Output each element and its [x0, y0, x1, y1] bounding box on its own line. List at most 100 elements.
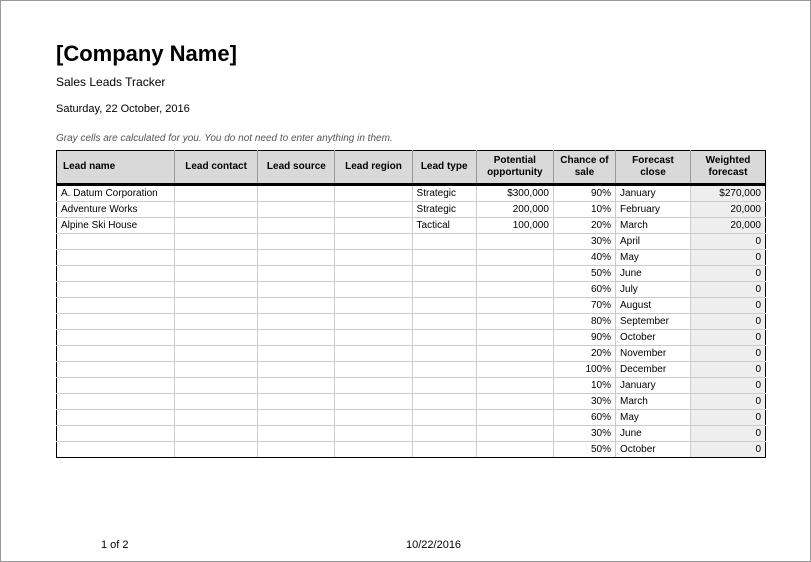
cell-weighted: 0 — [690, 410, 765, 426]
col-weighted: Weighted forecast — [690, 151, 765, 185]
cell-lead-region — [335, 442, 412, 458]
cell-potential: $300,000 — [476, 185, 553, 202]
cell-lead-type: Tactical — [412, 218, 476, 234]
cell-forecast-close: September — [616, 314, 691, 330]
cell-weighted: 0 — [690, 234, 765, 250]
cell-lead-type — [412, 250, 476, 266]
cell-lead-name — [57, 234, 175, 250]
cell-lead-contact — [174, 202, 258, 218]
cell-lead-name — [57, 362, 175, 378]
cell-lead-source — [258, 202, 335, 218]
col-chance: Chance of sale — [553, 151, 615, 185]
cell-chance: 30% — [553, 394, 615, 410]
cell-lead-region — [335, 282, 412, 298]
cell-forecast-close: August — [616, 298, 691, 314]
cell-weighted: 0 — [690, 442, 765, 458]
cell-chance: 60% — [553, 410, 615, 426]
col-lead-name: Lead name — [57, 151, 175, 185]
cell-lead-source — [258, 362, 335, 378]
cell-chance: 50% — [553, 266, 615, 282]
table-row: 70%August0 — [57, 298, 766, 314]
cell-lead-name: Adventure Works — [57, 202, 175, 218]
col-lead-contact: Lead contact — [174, 151, 258, 185]
cell-lead-type — [412, 346, 476, 362]
cell-forecast-close: November — [616, 346, 691, 362]
cell-forecast-close: April — [616, 234, 691, 250]
col-lead-region: Lead region — [335, 151, 412, 185]
cell-potential — [476, 378, 553, 394]
cell-potential — [476, 298, 553, 314]
cell-forecast-close: June — [616, 426, 691, 442]
cell-potential: 100,000 — [476, 218, 553, 234]
cell-lead-contact — [174, 394, 258, 410]
cell-chance: 30% — [553, 234, 615, 250]
cell-lead-contact — [174, 442, 258, 458]
cell-weighted: 0 — [690, 250, 765, 266]
cell-weighted: $270,000 — [690, 185, 765, 202]
cell-lead-contact — [174, 346, 258, 362]
cell-weighted: 0 — [690, 378, 765, 394]
cell-lead-region — [335, 314, 412, 330]
cell-lead-type — [412, 442, 476, 458]
cell-lead-source — [258, 234, 335, 250]
cell-lead-name — [57, 394, 175, 410]
cell-lead-name — [57, 410, 175, 426]
cell-forecast-close: May — [616, 250, 691, 266]
table-row: 90%October0 — [57, 330, 766, 346]
cell-lead-region — [335, 218, 412, 234]
company-title: [Company Name] — [56, 41, 770, 67]
cell-weighted: 0 — [690, 426, 765, 442]
col-lead-type: Lead type — [412, 151, 476, 185]
cell-lead-region — [335, 394, 412, 410]
cell-lead-region — [335, 234, 412, 250]
cell-lead-contact — [174, 298, 258, 314]
hint-text: Gray cells are calculated for you. You d… — [56, 133, 770, 144]
cell-lead-type — [412, 426, 476, 442]
cell-potential — [476, 234, 553, 250]
cell-lead-name — [57, 442, 175, 458]
cell-lead-name — [57, 298, 175, 314]
cell-lead-contact — [174, 282, 258, 298]
cell-forecast-close: March — [616, 218, 691, 234]
cell-lead-contact — [174, 218, 258, 234]
cell-lead-region — [335, 346, 412, 362]
table-header-row: Lead name Lead contact Lead source Lead … — [57, 151, 766, 185]
cell-chance: 10% — [553, 202, 615, 218]
leads-table: Lead name Lead contact Lead source Lead … — [56, 150, 766, 458]
cell-chance: 70% — [553, 298, 615, 314]
cell-forecast-close: July — [616, 282, 691, 298]
cell-lead-contact — [174, 378, 258, 394]
cell-chance: 80% — [553, 314, 615, 330]
cell-lead-type — [412, 362, 476, 378]
cell-weighted: 0 — [690, 346, 765, 362]
cell-lead-name — [57, 346, 175, 362]
cell-chance: 20% — [553, 346, 615, 362]
cell-potential — [476, 330, 553, 346]
cell-weighted: 0 — [690, 330, 765, 346]
cell-lead-region — [335, 378, 412, 394]
cell-forecast-close: March — [616, 394, 691, 410]
cell-lead-type — [412, 266, 476, 282]
cell-lead-name: Alpine Ski House — [57, 218, 175, 234]
table-row: 50%June0 — [57, 266, 766, 282]
cell-lead-contact — [174, 185, 258, 202]
cell-lead-contact — [174, 266, 258, 282]
cell-lead-region — [335, 202, 412, 218]
footer-date: 10/22/2016 — [406, 539, 461, 551]
cell-lead-source — [258, 378, 335, 394]
cell-potential — [476, 394, 553, 410]
table-row: 30%April0 — [57, 234, 766, 250]
cell-lead-region — [335, 330, 412, 346]
cell-potential — [476, 426, 553, 442]
cell-weighted: 0 — [690, 282, 765, 298]
cell-lead-type — [412, 330, 476, 346]
cell-lead-contact — [174, 410, 258, 426]
cell-forecast-close: December — [616, 362, 691, 378]
cell-lead-name: A. Datum Corporation — [57, 185, 175, 202]
table-row: Adventure WorksStrategic200,00010%Februa… — [57, 202, 766, 218]
table-row: 80%September0 — [57, 314, 766, 330]
cell-chance: 100% — [553, 362, 615, 378]
cell-forecast-close: October — [616, 442, 691, 458]
cell-lead-source — [258, 426, 335, 442]
table-body: A. Datum CorporationStrategic$300,00090%… — [57, 185, 766, 458]
